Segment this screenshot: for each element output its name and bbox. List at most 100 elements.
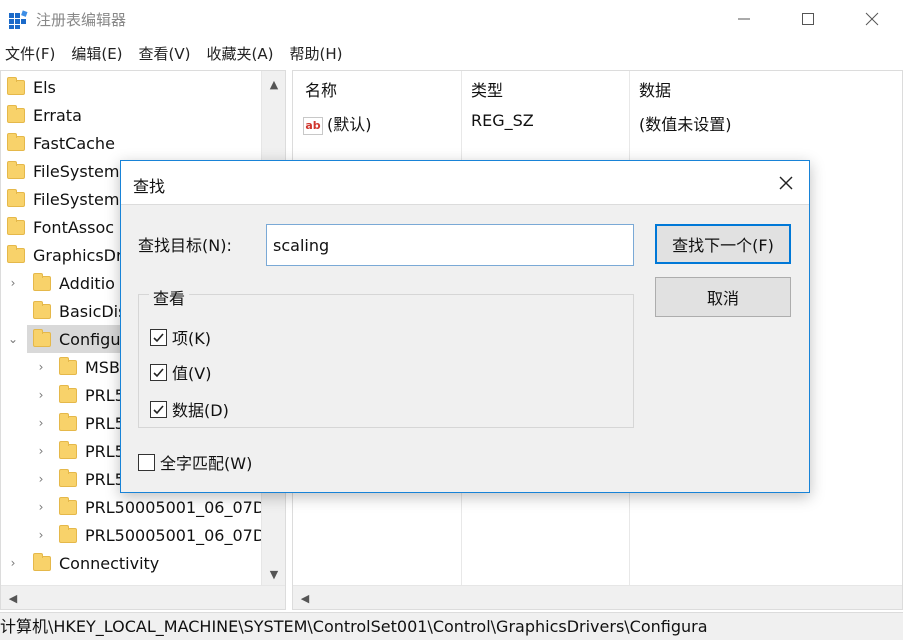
string-value-icon: ab <box>303 116 323 135</box>
menu-edit[interactable]: 编辑(E) <box>66 40 127 68</box>
folder-icon <box>33 328 51 347</box>
tree-item-label: Connectivity <box>59 553 160 573</box>
tree-item[interactable]: PRL5 <box>59 465 125 493</box>
tree-item-label: FileSystemU <box>33 189 132 209</box>
minimize-icon <box>738 18 750 20</box>
menu-file[interactable]: 文件(F) <box>0 40 60 68</box>
tree-item[interactable]: PRL50005001_06_07D <box>59 493 265 521</box>
tree-item-label: PRL50005001_06_07D <box>85 497 266 517</box>
expand-chevron-icon[interactable]: › <box>35 501 47 513</box>
menu-bar: 文件(F) 编辑(E) 查看(V) 收藏夹(A) 帮助(H) <box>0 40 353 68</box>
close-window-button[interactable] <box>850 4 894 34</box>
tree-item-label: Configu <box>59 329 121 349</box>
title-bar: 注册表编辑器 <box>0 0 903 38</box>
registry-editor-icon <box>9 10 28 29</box>
dialog-title: 查找 <box>133 177 166 196</box>
folder-icon <box>59 356 77 375</box>
find-target-label: 查找目标(N): <box>138 236 232 255</box>
dialog-close-button[interactable] <box>771 169 801 197</box>
match-whole-string-checkbox[interactable]: 全字匹配(W) <box>138 450 252 474</box>
tree-item-label: FontAssoc <box>33 217 115 237</box>
tree-item-label: Errata <box>33 105 82 125</box>
scroll-left-icon[interactable]: ◀ <box>1 587 25 609</box>
scroll-down-icon[interactable]: ▼ <box>262 563 285 585</box>
value-data-cell: (数值未设置) <box>639 115 732 134</box>
folder-icon <box>7 160 25 179</box>
tree-item[interactable]: PRL5 <box>59 409 125 437</box>
expand-chevron-icon[interactable]: › <box>35 361 47 373</box>
scroll-left-icon[interactable]: ◀ <box>293 587 317 609</box>
tree-item[interactable]: PRL5 <box>59 437 125 465</box>
value-type-cell: REG_SZ <box>471 111 534 130</box>
tree-item-label: BasicDis <box>59 301 127 321</box>
tree-item-label: PRL50005001_06_07D <box>85 525 266 545</box>
folder-icon <box>59 440 77 459</box>
tree-item[interactable]: FileSystemU <box>7 185 131 213</box>
tree-horizontal-scrollbar[interactable]: ◀ <box>1 585 285 609</box>
menu-view[interactable]: 查看(V) <box>134 40 196 68</box>
tree-item[interactable]: PRL5 <box>59 381 125 409</box>
expand-chevron-icon[interactable]: › <box>35 445 47 457</box>
expand-chevron-icon[interactable]: › <box>35 389 47 401</box>
maximize-icon <box>802 13 814 25</box>
find-dialog: 查找 查找目标(N): 查找下一个(F) 取消 查看 项(K) 值(V) 数据(… <box>120 160 810 493</box>
data-checkbox-label: 数据(D) <box>172 401 229 420</box>
tree-item-label: PRL5 <box>85 469 125 489</box>
window-title: 注册表编辑器 <box>36 11 127 29</box>
menu-favorites[interactable]: 收藏夹(A) <box>202 40 279 68</box>
tree-item-label: FileSystem <box>33 161 120 181</box>
look-at-group-title: 查看 <box>149 285 190 309</box>
column-header-name[interactable]: 名称 <box>305 77 337 101</box>
tree-item[interactable]: FastCache <box>7 129 115 157</box>
minimize-button[interactable] <box>722 4 766 34</box>
cancel-button[interactable]: 取消 <box>655 277 791 317</box>
tree-item-label: PRL5 <box>85 441 125 461</box>
tree-item-label: PRL5 <box>85 385 125 405</box>
status-bar-path: 计算机\HKEY_LOCAL_MACHINE\SYSTEM\ControlSet… <box>0 612 903 640</box>
tree-item[interactable]: FontAssoc <box>7 213 114 241</box>
tree-item[interactable]: GraphicsDr <box>7 241 123 269</box>
checkbox-checked-icon <box>150 363 167 381</box>
data-checkbox[interactable]: 数据(D) <box>150 397 229 421</box>
tree-item[interactable]: PRL50005001_06_07D <box>59 521 265 549</box>
tree-item[interactable]: Els <box>7 73 56 101</box>
expand-chevron-icon[interactable]: › <box>35 473 47 485</box>
folder-icon <box>33 552 51 571</box>
menu-help[interactable]: 帮助(H) <box>284 40 347 68</box>
tree-item[interactable]: Additio <box>33 269 115 297</box>
collapse-chevron-icon[interactable]: ⌄ <box>7 333 19 345</box>
expand-chevron-icon[interactable]: › <box>35 417 47 429</box>
values-checkbox-label: 值(V) <box>172 364 212 383</box>
close-icon <box>779 176 793 190</box>
column-header-type[interactable]: 类型 <box>471 77 503 101</box>
expand-chevron-icon[interactable]: › <box>7 557 19 569</box>
tree-item[interactable]: Errata <box>7 101 82 129</box>
tree-item[interactable]: BasicDis <box>33 297 126 325</box>
tree-item-label: GraphicsDr <box>33 245 123 265</box>
registry-editor-window: 注册表编辑器 文件(F) 编辑(E) 查看(V) 收藏夹(A) 帮助(H) El… <box>0 0 903 640</box>
keys-checkbox[interactable]: 项(K) <box>150 325 211 349</box>
folder-icon <box>59 524 77 543</box>
expand-chevron-icon[interactable]: › <box>35 529 47 541</box>
folder-icon <box>7 244 25 263</box>
folder-icon <box>33 300 51 319</box>
close-icon <box>865 12 879 26</box>
tree-item-label: PRL5 <box>85 413 125 433</box>
folder-icon <box>59 468 77 487</box>
maximize-button[interactable] <box>786 4 830 34</box>
match-whole-string-label: 全字匹配(W) <box>160 454 253 473</box>
checkbox-checked-icon <box>150 328 167 346</box>
folder-icon <box>7 76 25 95</box>
scroll-up-icon[interactable]: ▲ <box>262 73 285 95</box>
tree-item-label: Additio <box>59 273 115 293</box>
expand-chevron-icon[interactable]: › <box>7 277 19 289</box>
column-header-data[interactable]: 数据 <box>639 77 671 101</box>
checkbox-unchecked-icon <box>138 453 155 471</box>
find-target-input[interactable] <box>266 224 634 266</box>
list-horizontal-scrollbar[interactable]: ◀ <box>293 585 902 609</box>
find-next-button[interactable]: 查找下一个(F) <box>655 224 791 264</box>
values-checkbox[interactable]: 值(V) <box>150 360 211 384</box>
value-name-cell: ab (默认) <box>303 111 372 135</box>
tree-item[interactable]: Connectivity <box>33 549 159 577</box>
tree-item[interactable]: FileSystem <box>7 157 119 185</box>
